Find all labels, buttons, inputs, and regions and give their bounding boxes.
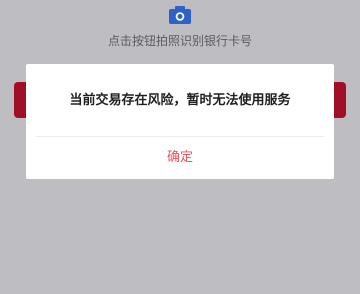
- dialog-message: 当前交易存在风险，暂时无法使用服务: [69, 93, 291, 108]
- camera-icon[interactable]: [168, 5, 192, 25]
- scan-hint-text: 点击按钮拍照识别银行卡号: [107, 34, 252, 48]
- page-background: 点击按钮拍照识别银行卡号 当前交易存在风险，暂时无法使用服务 确定: [0, 0, 360, 294]
- risk-alert-dialog: 当前交易存在风险，暂时无法使用服务 确定: [26, 64, 334, 179]
- confirm-button[interactable]: 确定: [26, 137, 334, 179]
